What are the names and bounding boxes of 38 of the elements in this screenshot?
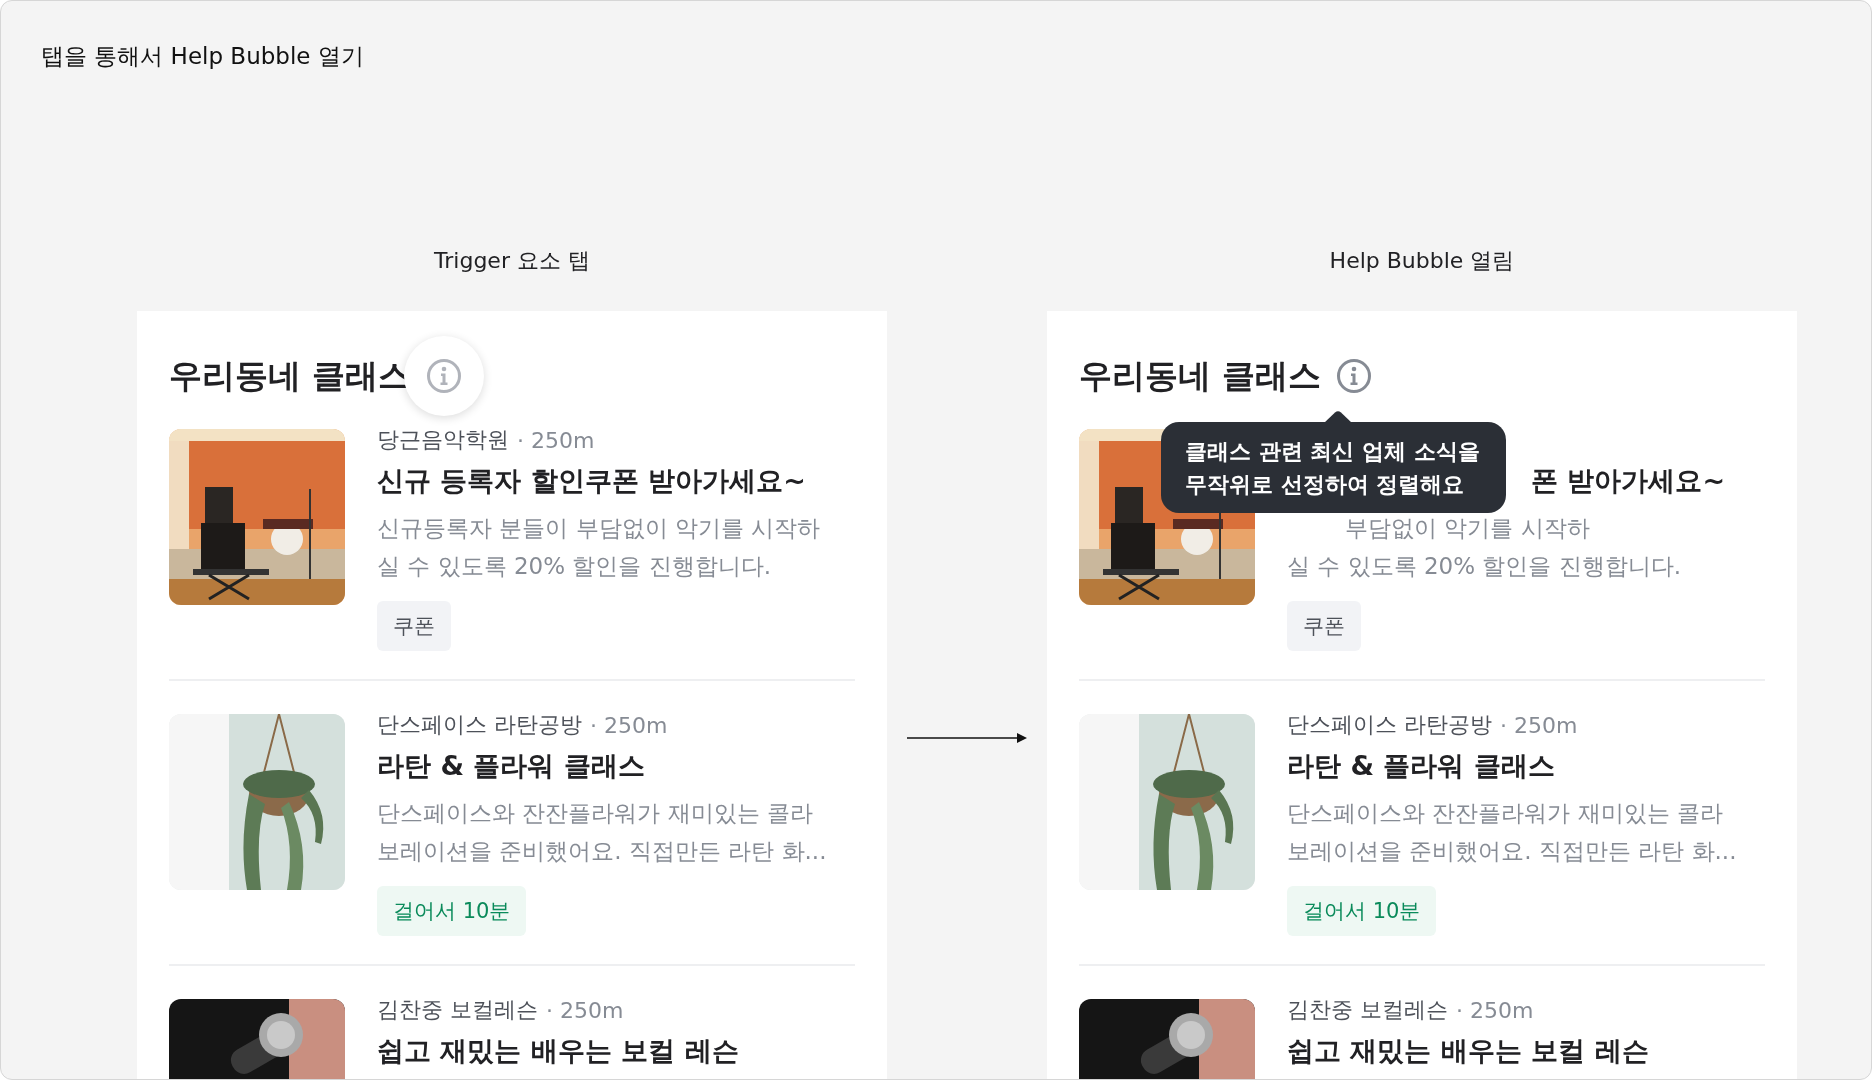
class-description: 보레이션을 준비했어요. 직접만든 라탄 화... [377,837,827,866]
shop-name: 김찬중 보컬레슨 [1287,996,1448,1024]
shop-name: 단스페이스 라탄공방 [1287,711,1492,739]
class-description: 단스페이스와 잔잔플라워가 재미있는 콜라 [1287,799,1723,828]
class-description: 실 수 있도록 20% 할인을 진행합니다. [1287,552,1681,581]
distance-text: · 250m [1456,997,1534,1023]
arrow-icon [907,733,1027,743]
info-icon [1335,358,1372,394]
distance-text: · 250m [1500,712,1578,738]
class-tag: 걸어서 10분 [377,886,527,936]
panel-caption: Trigger 요소 탭 [434,247,590,275]
class-title: 라탄 & 플라워 클래스 [377,749,645,783]
class-title: 쉽고 재밌는 배우는 보컬 레슨 [377,1034,739,1068]
section-heading: 우리동네 클래스 [169,356,412,396]
class-description: 실 수 있도록 20% 할인을 진행합니다. [377,552,771,581]
distance-text: · 250m [590,712,668,738]
class-description: 보레이션을 준비했어요. 직접만든 라탄 화... [1287,837,1737,866]
class-tag: 쿠폰 [1287,601,1361,651]
info-icon [425,358,462,394]
class-title: 라탄 & 플라워 클래스 [1287,749,1555,783]
page-title: 탭을 통해서 Help Bubble 열기 [41,42,364,71]
class-description: 단스페이스와 잔잔플라워가 재미있는 콜라 [377,799,813,828]
panel-caption: Help Bubble 열림 [1329,247,1515,275]
shop-name: 단스페이스 라탄공방 [377,711,582,739]
distance-text: · 250m [546,997,624,1023]
class-description: 부담없이 악기를 시작하 [1345,514,1590,543]
class-title: 쉽고 재밌는 배우는 보컬 레슨 [1287,1034,1649,1068]
shop-name: 김찬중 보컬레슨 [377,996,538,1024]
class-title: 신규 등록자 할인쿠폰 받아가세요~ [377,464,806,498]
section-heading: 우리동네 클래스 [1079,356,1322,396]
info-button[interactable] [1335,358,1372,394]
help-bubble-text: 클래스 관련 최신 업체 소식을 무작위로 선정하여 정렬해요 [1185,438,1480,499]
class-title: 폰 받아가세요~ [1531,464,1726,498]
class-description: 신규등록자 분들이 부담없이 악기를 시작하 [377,514,821,543]
class-tag: 걸어서 10분 [1287,886,1437,936]
distance-text: · 250m [517,427,595,453]
shop-name: 당근음악학원 [377,426,509,454]
class-tag: 쿠폰 [377,601,451,651]
